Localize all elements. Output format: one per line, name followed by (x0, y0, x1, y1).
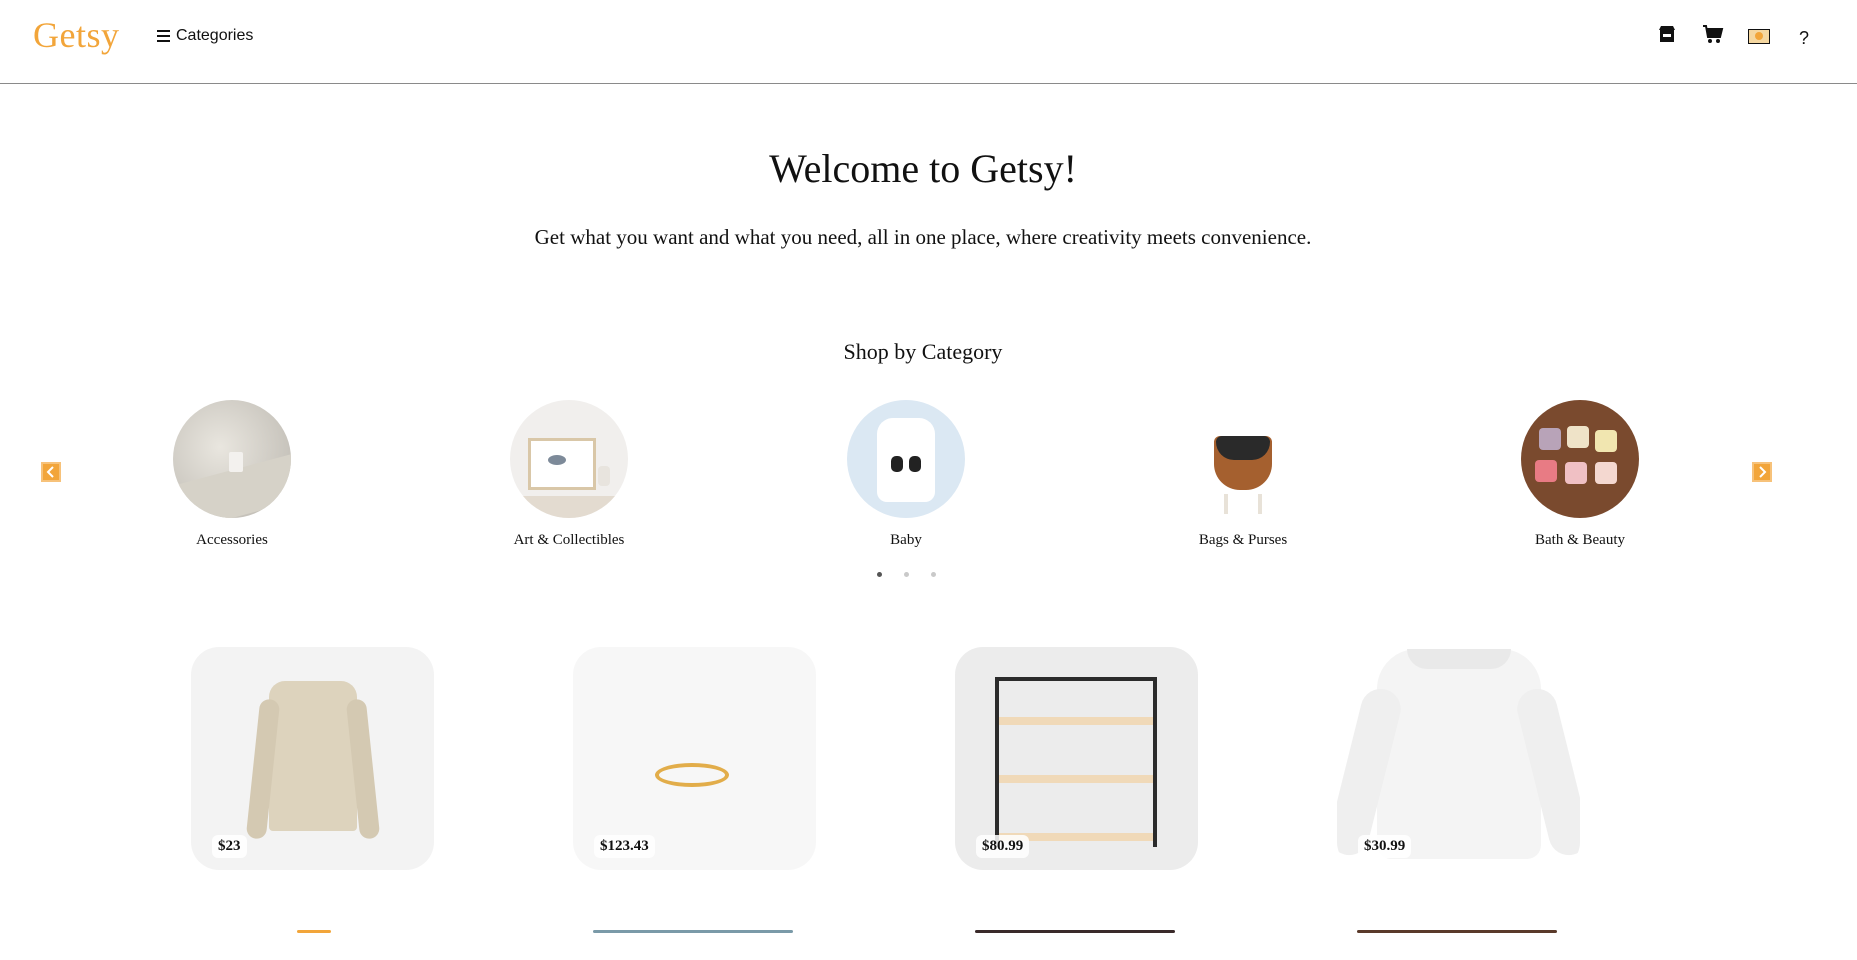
category-image (510, 400, 628, 518)
product-image (245, 681, 381, 843)
product-image (655, 763, 729, 787)
welcome-subtitle: Get what you want and what you need, all… (534, 225, 1312, 249)
chevron-right-icon (1759, 466, 1767, 478)
categories-menu-button[interactable]: Categories (157, 27, 253, 45)
product-price: $80.99 (976, 835, 1030, 858)
product-card-partial[interactable] (955, 930, 1198, 960)
product-card[interactable]: $123.43 (573, 647, 816, 870)
carousel-prev-button[interactable] (41, 462, 61, 482)
product-price: $30.99 (1358, 835, 1412, 858)
product-card[interactable]: $23 (191, 647, 434, 870)
category-bath-beauty[interactable]: Bath & Beauty (1460, 400, 1700, 549)
shop-by-category-heading: Shop by Category (843, 339, 1003, 364)
carousel-next-button[interactable] (1752, 462, 1772, 482)
help-icon[interactable]: ? (1789, 24, 1819, 52)
category-label: Accessories (196, 532, 268, 548)
hamburger-icon (157, 27, 170, 45)
product-price: $23 (212, 835, 247, 858)
cart-icon[interactable] (1698, 24, 1728, 52)
categories-label: Categories (176, 27, 254, 44)
product-card-partial[interactable] (573, 930, 816, 960)
category-art-collectibles[interactable]: Art & Collectibles (449, 400, 689, 549)
getsy-logo[interactable]: Getsy (33, 14, 120, 56)
category-label: Bath & Beauty (1535, 532, 1625, 548)
product-card[interactable]: $80.99 (955, 647, 1198, 870)
avatar (1748, 29, 1770, 44)
category-image (847, 400, 965, 518)
product-card-partial[interactable] (1337, 930, 1580, 960)
product-price: $123.43 (594, 835, 655, 858)
product-image (995, 677, 1157, 857)
carousel-pagination (873, 572, 943, 580)
category-image (1521, 400, 1639, 518)
category-label: Art & Collectibles (513, 532, 625, 548)
category-accessories[interactable]: Accessories (112, 400, 352, 549)
welcome-heading: Welcome to Getsy! (769, 146, 1077, 191)
carousel-dot-1[interactable] (877, 572, 882, 577)
category-label: Bags & Purses (1198, 532, 1288, 548)
profile-icon[interactable] (1744, 24, 1774, 52)
top-navbar: Getsy Categories ? (0, 0, 1857, 84)
category-image (173, 400, 291, 518)
product-card[interactable]: $30.99 (1337, 647, 1580, 870)
store-icon[interactable] (1652, 24, 1682, 52)
carousel-dot-3[interactable] (931, 572, 936, 577)
category-image (1184, 400, 1302, 518)
category-baby[interactable]: Baby (786, 400, 1026, 549)
chevron-left-icon (46, 466, 54, 478)
product-card-partial[interactable] (191, 930, 434, 960)
category-label: Baby (890, 532, 922, 548)
category-bags-purses[interactable]: Bags & Purses (1123, 400, 1363, 549)
carousel-dot-2[interactable] (904, 572, 909, 577)
